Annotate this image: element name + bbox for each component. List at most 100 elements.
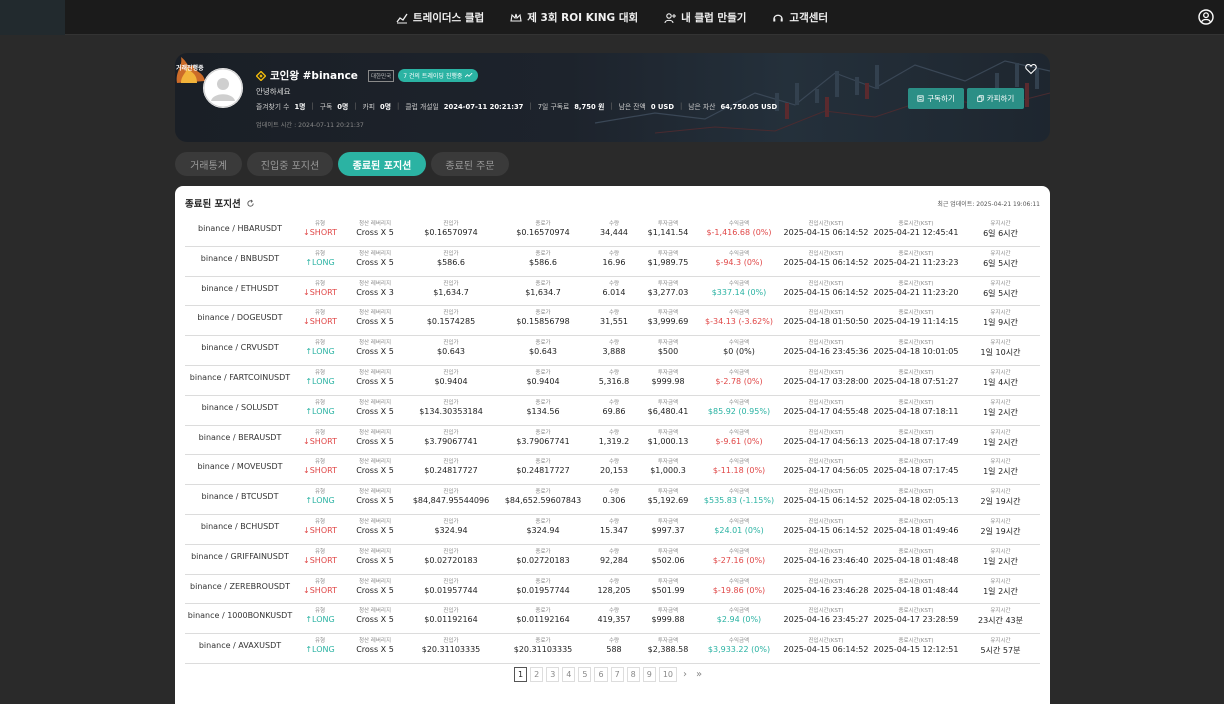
table-row[interactable]: binance / SOLUSDT 유형 ↑LONG 청산 레버리지 Cross X 5…: [185, 396, 1040, 426]
favorite-heart-icon[interactable]: [1025, 63, 1037, 75]
type-cell: 유형 ↓SHORT: [295, 455, 345, 484]
copy-button[interactable]: 카피하기: [967, 88, 1024, 109]
tab-closed-positions[interactable]: 종료된 포지션: [338, 152, 426, 176]
nav-item-roi-king[interactable]: 제 3회 ROI KING 대회: [510, 10, 638, 25]
leverage-cell: 청산 레버리지 Cross X 5: [345, 515, 405, 544]
copy-label: 카피하기: [986, 94, 1015, 103]
nav-item-support[interactable]: 고객센터: [772, 10, 828, 25]
last-page-button[interactable]: »: [693, 669, 705, 680]
cell-value: $0.01957744: [424, 585, 478, 595]
table-row[interactable]: binance / BNBUSDT 유형 ↑LONG 청산 레버리지 Cross X 5…: [185, 247, 1040, 277]
entry-time-cell: 진입시간(KST) 2025-04-17 04:56:05: [781, 455, 871, 484]
page-button[interactable]: 6: [594, 667, 608, 682]
cell-value: 2025-04-18 02:05:13: [873, 496, 959, 506]
page-button[interactable]: 3: [546, 667, 560, 682]
cell-value: $0.1574285: [426, 317, 476, 327]
exit-price-cell: 종료가 $0.16570974: [497, 217, 589, 246]
tab-open-positions[interactable]: 진입중 포지션: [247, 152, 333, 176]
live-trading-badge: 거래진행중: [175, 53, 207, 83]
page-button[interactable]: 7: [610, 667, 624, 682]
entry-price-cell: 진입가 $84,847.95544096: [405, 485, 497, 514]
table-row[interactable]: binance / DOGEUSDT 유형 ↓SHORT 청산 레버리지 Cross X…: [185, 306, 1040, 337]
hold-time-cell: 유지시간 1일 2시간: [961, 396, 1040, 425]
subscribe-button[interactable]: 구독하기: [908, 88, 964, 109]
nav-item-create-club[interactable]: 내 클럽 만들기: [664, 10, 746, 25]
nav-item-traders-club[interactable]: 트레이더스 클럽: [396, 10, 484, 25]
club-title: 코인왕 #binance 대한민국 7 건의 트레이딩 진행중: [256, 68, 479, 83]
column-label: 유지시간: [990, 548, 1011, 555]
refresh-icon[interactable]: [246, 199, 255, 208]
entry-time-cell: 진입시간(KST) 2025-04-17 04:56:13: [781, 426, 871, 455]
side-label: LONG: [312, 347, 335, 357]
cell-value: 2025-04-17 04:56:05: [783, 466, 869, 476]
table-row[interactable]: binance / FARTCOINUSDT 유형 ↑LONG 청산 레버리지 Cros…: [185, 366, 1040, 396]
hold-time-cell: 유지시간 2일 19시간: [961, 485, 1040, 514]
cell-value: $5,192.69: [647, 496, 689, 506]
user-account-icon[interactable]: [1198, 9, 1214, 25]
exit-price-cell: 종료가 $586.6: [497, 247, 589, 276]
column-label: 유형: [314, 340, 326, 347]
table-row[interactable]: binance / GRIFFAINUSDT 유형 ↓SHORT 청산 레버리지 Cro…: [185, 545, 1040, 575]
pnl-cell: 수익금액 $535.83 (-1.15%): [697, 485, 781, 514]
column-label: 종료가: [535, 578, 551, 585]
page-button[interactable]: 10: [658, 667, 678, 682]
column-label: 유지시간: [990, 369, 1011, 376]
column-label: 종료가: [535, 340, 551, 347]
tab-trade-stats[interactable]: 거래통계: [175, 152, 242, 176]
cell-value: 1일 2시간: [983, 556, 1018, 566]
page-button[interactable]: 8: [626, 667, 640, 682]
exit-price-cell: 종료가 $0.02720183: [497, 545, 589, 574]
type-cell: 유형 ↑LONG: [295, 634, 345, 663]
stat-favorites: 즐겨찾기 수 1명: [256, 103, 306, 111]
table-row[interactable]: binance / CRVUSDT 유형 ↑LONG 청산 레버리지 Cross X 5…: [185, 336, 1040, 366]
column-label: 수익금액: [728, 459, 750, 466]
cell-value: $3.79067741: [424, 436, 478, 446]
type-cell: 유형 ↑LONG: [295, 366, 345, 395]
page-button[interactable]: 5: [578, 667, 592, 682]
page-button[interactable]: 4: [562, 667, 576, 682]
column-label: 투자금액: [657, 221, 679, 227]
top-nav: 트레이더스 클럽 제 3회 ROI KING 대회 내 클럽 만들기 고객센터: [0, 0, 1224, 35]
cell-value: 2025-04-18 07:51:27: [873, 376, 959, 386]
cell-value: $0.643: [529, 347, 557, 357]
cell-value: binance / SOLUSDT: [201, 402, 279, 412]
column-label: 유형: [314, 429, 326, 436]
column-label: 종료가: [535, 250, 551, 257]
type-cell: 유형 ↓SHORT: [295, 575, 345, 604]
quantity-cell: 수량 5,316.8: [589, 366, 639, 395]
leverage-cell: 청산 레버리지 Cross X 5: [345, 634, 405, 663]
table-row[interactable]: binance / MOVEUSDT 유형 ↓SHORT 청산 레버리지 Cross X…: [185, 455, 1040, 486]
cell-value: $20.31103335: [421, 645, 481, 655]
side-label: LONG: [312, 406, 335, 416]
table-row[interactable]: binance / AVAXUSDT 유형 ↑LONG 청산 레버리지 Cross X …: [185, 634, 1040, 664]
table-row[interactable]: binance / BCHUSDT 유형 ↓SHORT 청산 레버리지 Cross X …: [185, 515, 1040, 545]
table-row[interactable]: binance / ETHUSDT 유형 ↓SHORT 청산 레버리지 Cross X …: [185, 277, 1040, 307]
entry-price-cell: 진입가 $0.9404: [405, 366, 497, 395]
page-button[interactable]: 9: [642, 667, 656, 682]
table-row[interactable]: binance / HBARUSDT 유형 ↓SHORT 청산 레버리지 Cross X…: [185, 217, 1040, 247]
cell-value: 2025-04-19 11:14:15: [873, 317, 959, 327]
column-label: 종료시간(KST): [898, 221, 934, 227]
table-row[interactable]: binance / ZEREBROUSDT 유형 ↓SHORT 청산 레버리지 Cros…: [185, 575, 1040, 605]
cell-value: $0 (0%): [723, 347, 755, 357]
page-button[interactable]: 1: [514, 667, 528, 682]
table-row[interactable]: binance / 1000BONKUSDT 유형 ↑LONG 청산 레버리지 Cros…: [185, 604, 1040, 635]
side-label: SHORT: [309, 525, 337, 535]
table-row[interactable]: binance / BERAUSDT 유형 ↓SHORT 청산 레버리지 Cross X…: [185, 426, 1040, 456]
tab-closed-orders[interactable]: 종료된 주문: [431, 152, 509, 176]
table-row[interactable]: binance / BTCUSDT 유형 ↑LONG 청산 레버리지 Cross X 5…: [185, 485, 1040, 515]
add-user-icon: [664, 12, 677, 23]
next-page-button[interactable]: ›: [680, 669, 690, 680]
cell-value: Cross X 5: [356, 436, 394, 446]
page-button[interactable]: 2: [530, 667, 544, 682]
cell-value: $1,141.54: [647, 228, 689, 237]
cell-value: Cross X 5: [356, 525, 394, 535]
column-label: 종료시간(KST): [898, 489, 934, 496]
cell-value: binance / BTCUSDT: [201, 492, 279, 502]
cell-value: 16.96: [602, 257, 626, 267]
column-label: 수익금액: [728, 340, 750, 347]
invest-amount-cell: 투자금액 $3,277.03: [639, 277, 697, 306]
column-label: 수량: [608, 489, 620, 496]
column-label: 투자금액: [657, 250, 679, 257]
closed-positions-panel: 종료된 포지션 최근 업데이트: 2025-04-21 19:06:11 bin…: [175, 186, 1050, 704]
